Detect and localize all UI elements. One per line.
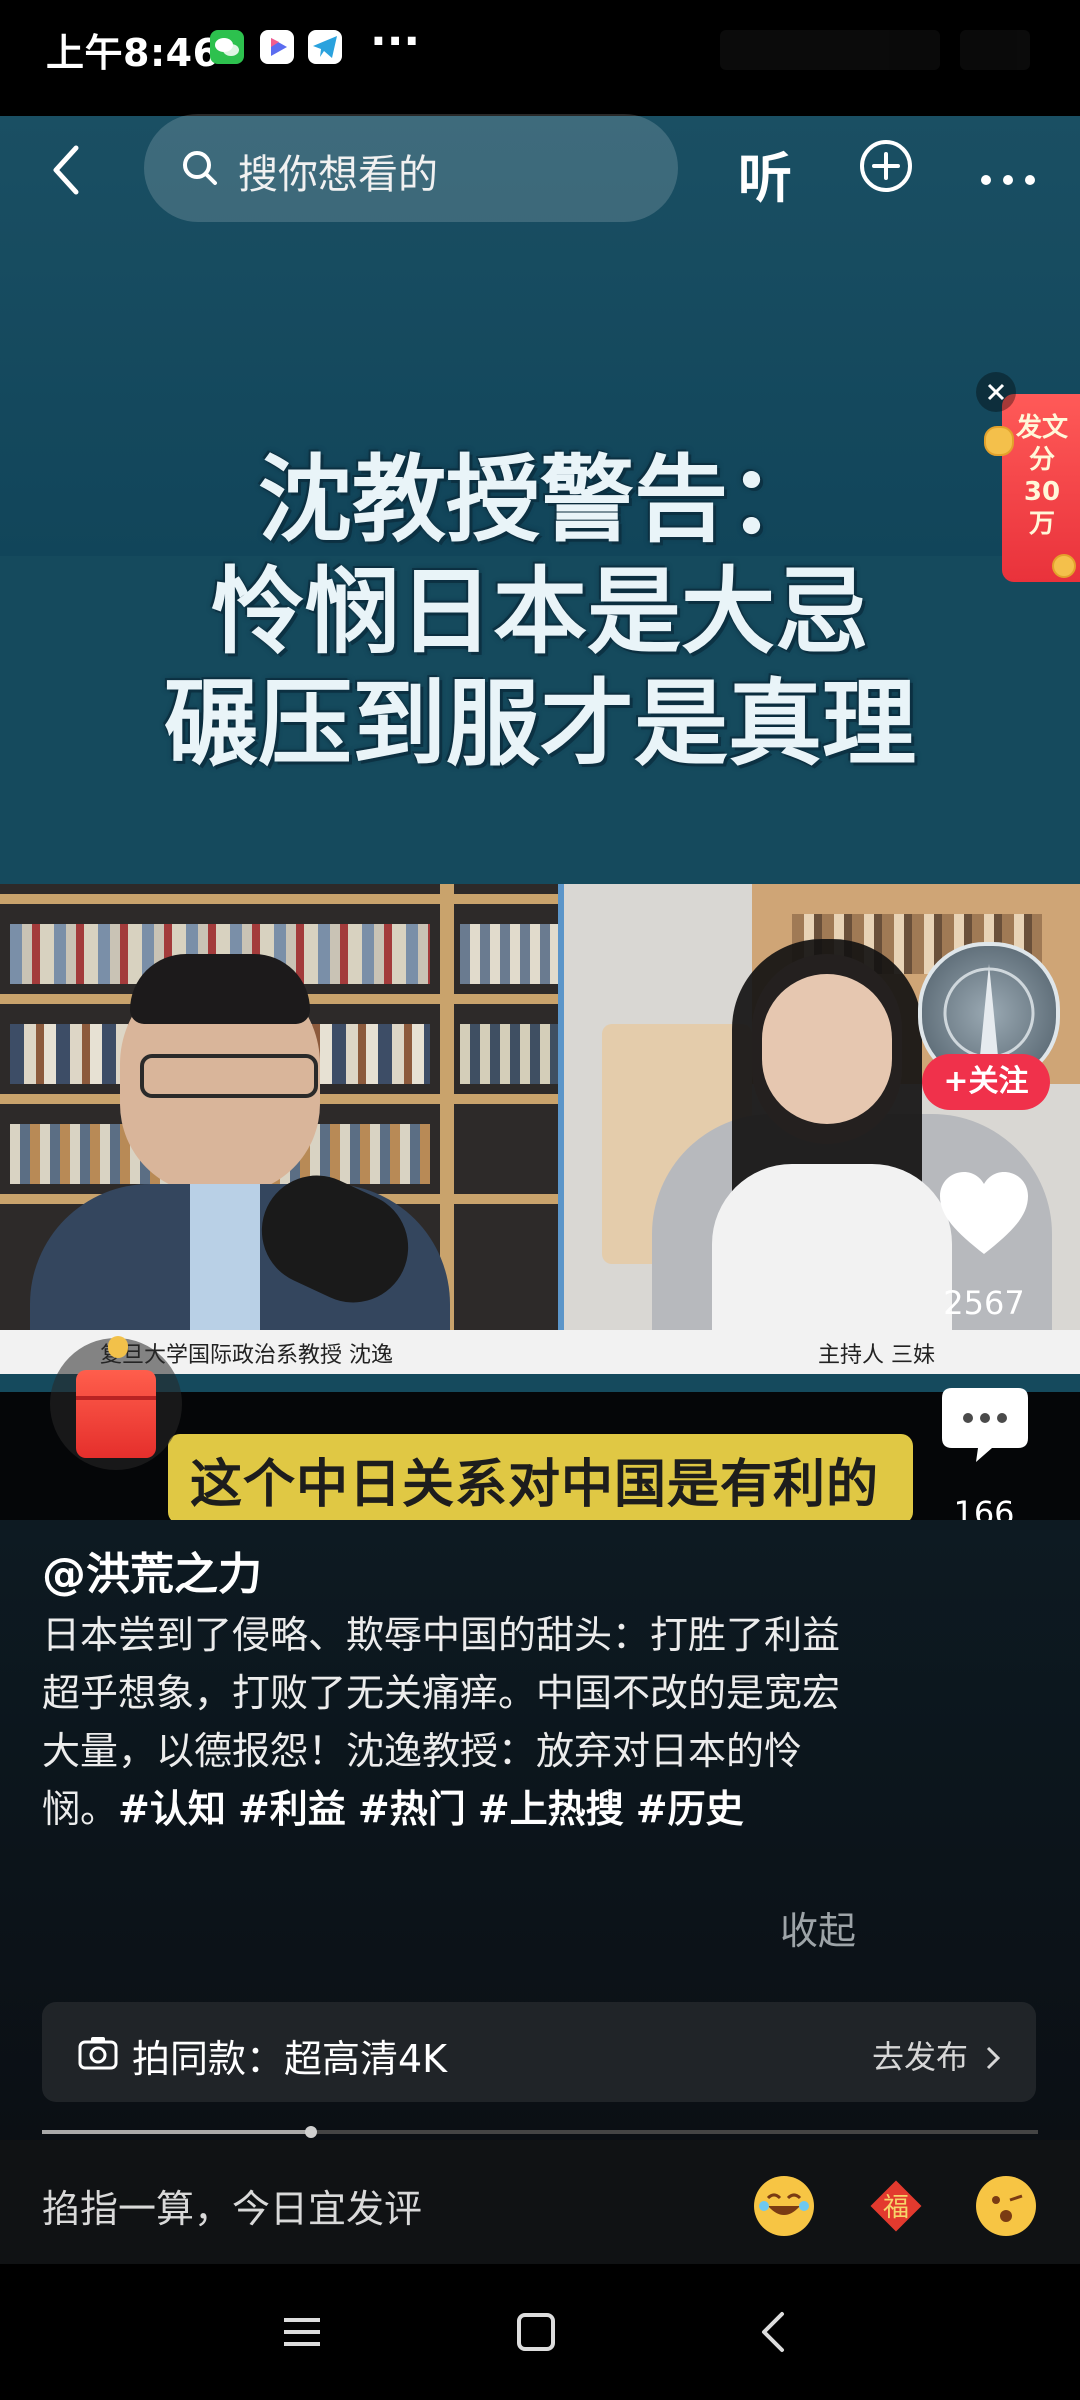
more-icon <box>981 175 1035 185</box>
add-icon <box>860 140 912 192</box>
chevron-right-icon <box>987 2046 1001 2070</box>
status-time: 上午8:46 <box>46 31 220 75</box>
host-caption: 主持人 三妹 <box>818 1343 935 1368</box>
headline-line: 碾压到服才是真理 <box>163 670 916 779</box>
red-packet-clasp <box>108 1336 128 1358</box>
comment-button[interactable] <box>940 1384 1030 1466</box>
coin-icon <box>1052 554 1076 578</box>
promo-close-button[interactable] <box>976 372 1016 412</box>
video-subtitle: 这个中日关系对中国是有利的 <box>190 1455 880 1515</box>
video-progress-fill <box>42 2130 311 2134</box>
publish-link[interactable]: 去发布 <box>872 2032 1002 2078</box>
collapse-button[interactable]: 收起 <box>780 1900 856 1955</box>
like-count: 2567 <box>943 1284 1025 1322</box>
headline-line: 怜悯日本是大忌 <box>210 558 869 667</box>
post-description: 日本尝到了侵略、欺辱中国的甜头：打胜了利益超乎想象，打败了无关痛痒。中国不改的是… <box>42 1606 842 1838</box>
hashtag[interactable]: #利益 <box>238 1787 346 1831</box>
comment-input[interactable]: 掐指一算，今日宜发评 <box>42 2178 422 2233</box>
video-pane-left <box>0 884 558 1372</box>
coin-icon <box>984 426 1014 456</box>
nav-back-icon[interactable] <box>752 2310 796 2354</box>
video-app-icon <box>260 30 294 64</box>
wink-emoji[interactable] <box>976 2176 1036 2236</box>
hashtag[interactable]: #认知 <box>118 1787 226 1831</box>
follow-button[interactable]: +关注 <box>922 1054 1050 1110</box>
pane-divider <box>558 884 564 1374</box>
publish-label[interactable]: 去发布 <box>872 2038 968 2076</box>
fu-emoji[interactable]: 福 <box>866 2176 926 2236</box>
hashtag[interactable]: #热门 <box>358 1787 466 1831</box>
back-icon <box>53 145 79 195</box>
wechat-icon <box>210 30 244 64</box>
back-button[interactable] <box>46 140 86 200</box>
red-packet-seam <box>76 1396 156 1400</box>
add-button[interactable] <box>858 138 914 194</box>
camera-icon <box>78 2034 118 2070</box>
svg-text:福: 福 <box>883 2193 909 2223</box>
hashtag[interactable]: #上热搜 <box>478 1787 624 1831</box>
same-style-text[interactable]: 拍同款：超高清4K <box>132 2028 447 2083</box>
author-name[interactable]: @洪荒之力 <box>42 1538 262 1602</box>
red-packet-button[interactable] <box>76 1370 156 1458</box>
promo-text[interactable]: 发文分30万 <box>1012 412 1072 540</box>
heart-icon <box>940 1172 1028 1254</box>
close-icon <box>987 383 1005 401</box>
hashtag[interactable]: #历史 <box>636 1787 744 1831</box>
headline-line: 沈教授警告： <box>257 446 822 555</box>
search-icon <box>178 146 222 190</box>
laugh-emoji[interactable] <box>754 2176 814 2236</box>
comment-icon <box>942 1388 1028 1462</box>
menu-icon[interactable] <box>280 2310 324 2354</box>
video-progress-handle[interactable] <box>304 2126 317 2138</box>
home-icon[interactable] <box>514 2310 558 2354</box>
listen-button[interactable]: 听 <box>738 134 792 213</box>
search-placeholder[interactable]: 搜你想看的 <box>238 142 438 200</box>
video-headline: 沈教授警告： 怜悯日本是大忌 碾压到服才是真理 <box>0 445 1080 781</box>
like-button[interactable] <box>936 1170 1032 1258</box>
status-indicators <box>720 30 1040 70</box>
more-button[interactable] <box>978 150 1038 201</box>
status-more-icon: ··· <box>370 16 421 67</box>
telegram-icon <box>308 30 342 64</box>
